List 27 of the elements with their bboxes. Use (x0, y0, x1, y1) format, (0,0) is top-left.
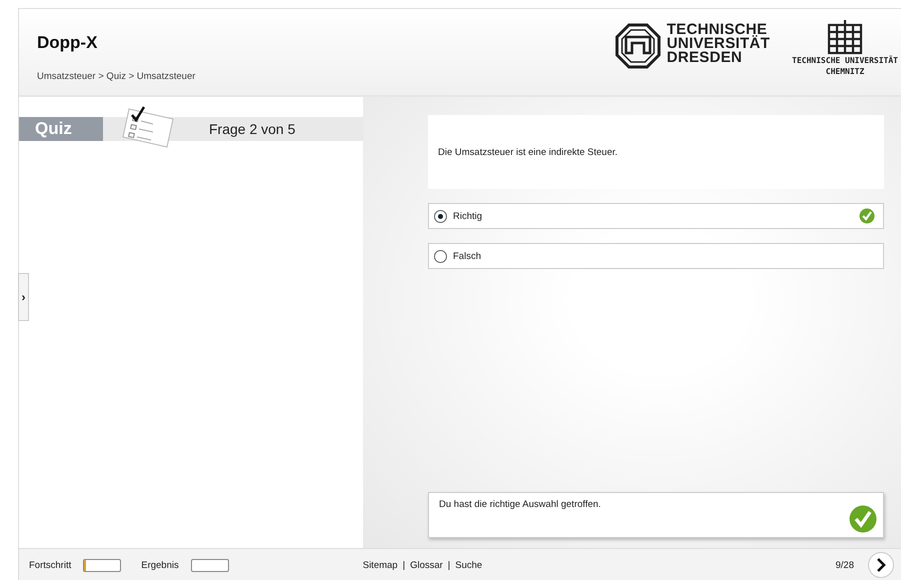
link-separator: | (402, 560, 406, 570)
next-button[interactable] (868, 552, 894, 578)
octagon-logo-icon (614, 23, 661, 69)
answer-option[interactable]: Richtig (428, 203, 884, 229)
question-counter: Frage 2 von 5 (209, 121, 296, 137)
radio-button[interactable] (434, 210, 447, 222)
logo-text: CHEMNITZ (826, 66, 864, 77)
sidebar-toggle[interactable]: › (18, 273, 29, 321)
progress-meter (83, 558, 122, 572)
page-counter: 9/28 (836, 560, 854, 570)
logo-text: DRESDEN (666, 51, 744, 65)
app-title: Dopp-X (37, 33, 98, 53)
link-separator: | (448, 560, 450, 570)
question-text: Die Umsatzsteuer ist eine indirekte Steuer. (428, 115, 884, 189)
logo-text: TECHNISCHE UNIVERSITÄT (792, 55, 898, 66)
progress-label: Fortschritt (29, 560, 72, 570)
answer-option[interactable]: Falsch (428, 243, 884, 269)
feedback-text: Du hast die richtige Auswahl getroffen. (439, 499, 601, 512)
result-label: Ergebnis (141, 560, 179, 570)
footer-link[interactable]: Sitemap (362, 560, 398, 570)
radio-button[interactable] (434, 250, 447, 262)
logo-text: UNIVERSITÄT (666, 37, 770, 51)
chevron-right-icon (876, 558, 886, 572)
footer-link[interactable]: Suche (455, 560, 482, 570)
breadcrumb: Umsatzsteuer > Quiz > Umsatzsteuer (37, 71, 196, 82)
section-label: Quiz (19, 117, 103, 141)
footer-link[interactable]: Glossar (410, 560, 443, 570)
